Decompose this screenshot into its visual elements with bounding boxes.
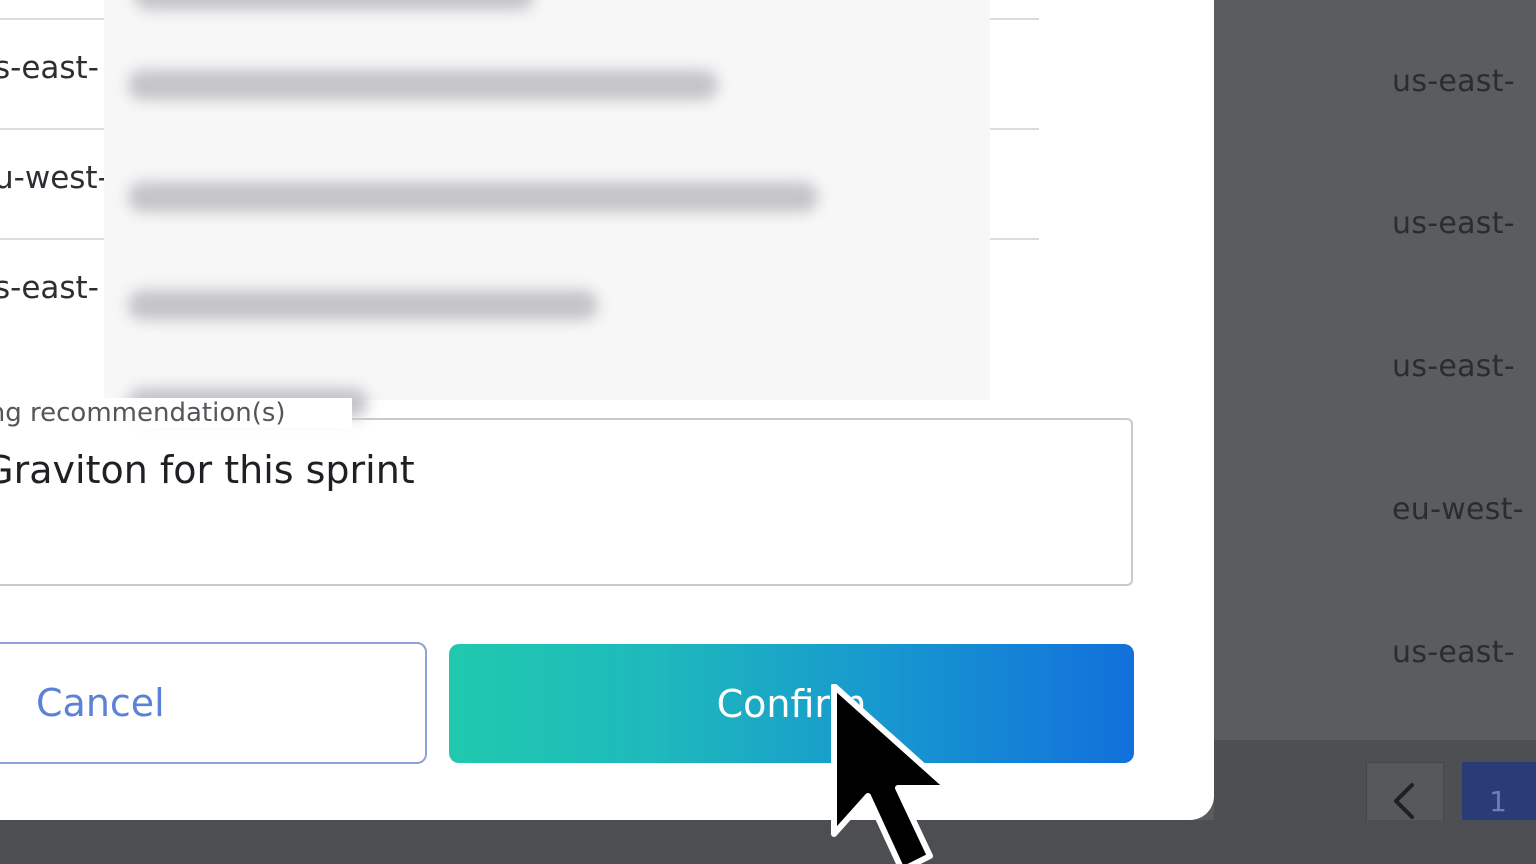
chevron-left-icon	[1394, 783, 1414, 819]
background-region-column: us-east- us-east- us-east- eu-west- us-e…	[1392, 0, 1536, 740]
snooze-dialog: s-east- u-west- s-east- ozing recommenda…	[0, 0, 1214, 820]
snooze-reason-value[interactable]: n Graviton for this sprint	[0, 448, 427, 492]
redacted-resource-ids	[104, 0, 990, 418]
row-region: s-east-	[0, 50, 99, 86]
row-region: s-east-	[0, 270, 99, 306]
confirm-button[interactable]: Confirm	[449, 644, 1134, 763]
redacted-text	[128, 290, 598, 320]
background-region-cell: us-east-	[1392, 64, 1515, 99]
redacted-text	[134, 0, 534, 10]
redacted-text	[128, 182, 818, 212]
background-region-cell: us-east-	[1392, 635, 1515, 670]
background-region-cell: us-east-	[1392, 349, 1515, 384]
cancel-button[interactable]: Cancel	[0, 642, 427, 764]
background-region-cell: eu-west-	[1392, 492, 1524, 527]
background-bottom-bar	[0, 820, 1536, 864]
snooze-reason-label: ozing recommendation(s)	[0, 398, 352, 428]
background-region-cell: us-east-	[1392, 206, 1515, 241]
snooze-reason-input[interactable]	[0, 418, 1133, 586]
redacted-text	[128, 70, 718, 100]
row-region: u-west-	[0, 160, 109, 196]
